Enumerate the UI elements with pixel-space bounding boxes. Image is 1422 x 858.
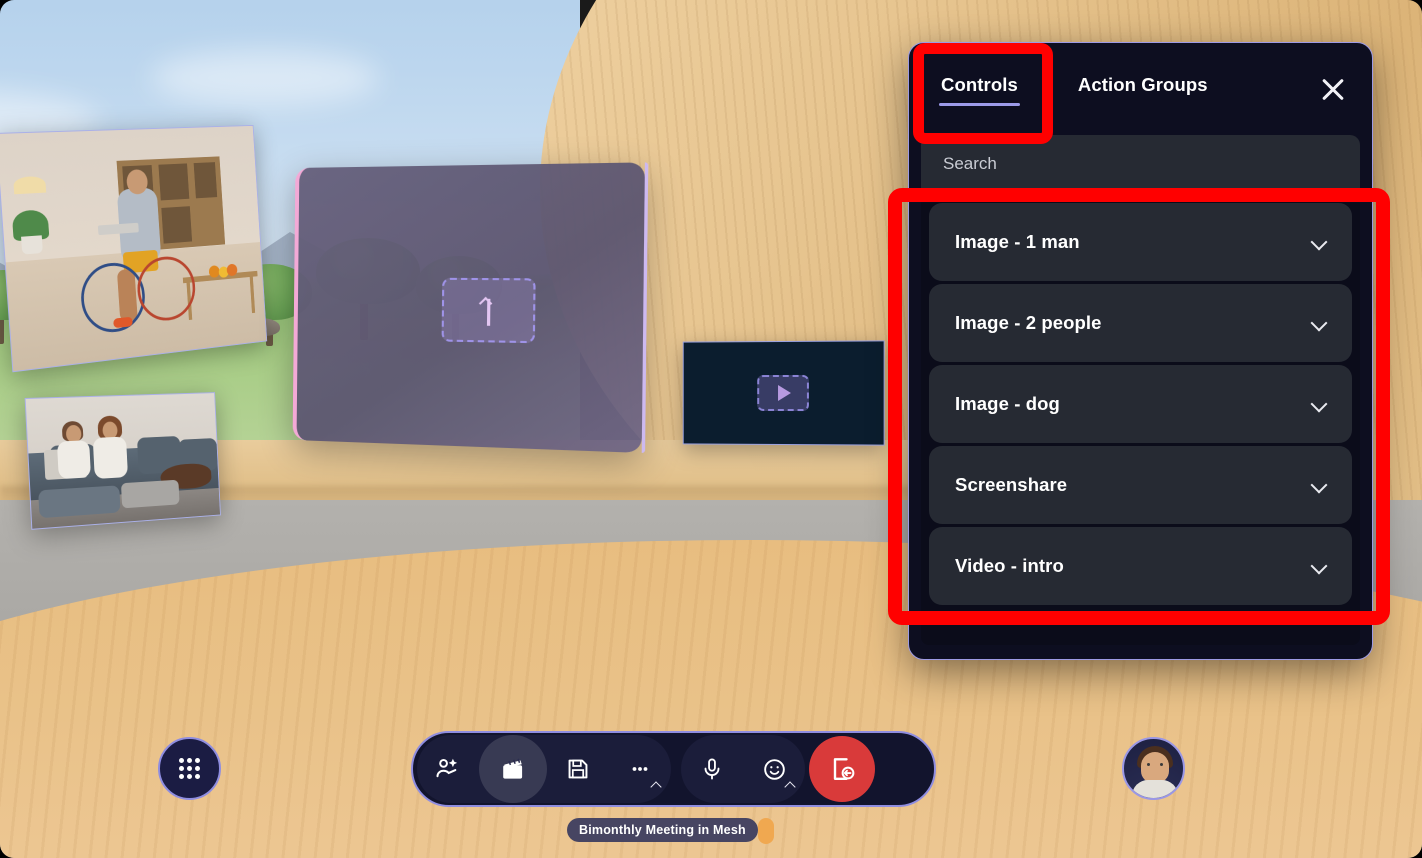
ellipsis-icon bbox=[632, 767, 648, 771]
close-icon[interactable] bbox=[1316, 72, 1350, 106]
leave-button[interactable] bbox=[809, 736, 875, 802]
toolbar-group-right bbox=[681, 735, 805, 803]
leave-door-icon bbox=[833, 758, 855, 780]
list-item[interactable]: Video - intro bbox=[929, 527, 1352, 605]
chevron-down-icon[interactable] bbox=[1310, 557, 1330, 575]
scene-board-upload[interactable] bbox=[292, 162, 645, 453]
meeting-name-label: Bimonthly Meeting in Mesh bbox=[579, 823, 746, 837]
microphone-icon bbox=[704, 758, 720, 780]
microphone-button[interactable] bbox=[681, 735, 743, 803]
scene-board-image-2-people[interactable] bbox=[24, 392, 221, 530]
list-item-label: Image - dog bbox=[955, 393, 1060, 414]
controls-panel: Controls Action Groups Search Image - 1 … bbox=[908, 42, 1373, 660]
list-item-label: Video - intro bbox=[955, 555, 1064, 576]
save-button[interactable] bbox=[547, 735, 609, 803]
search-placeholder: Search bbox=[943, 154, 997, 173]
video-drop-zone[interactable] bbox=[756, 374, 809, 412]
scene-board-video[interactable] bbox=[682, 340, 885, 446]
list-item[interactable]: Image - dog bbox=[929, 365, 1352, 443]
scene-clapperboard-button[interactable] bbox=[479, 735, 547, 803]
list-item-label: Screenshare bbox=[955, 474, 1068, 495]
tab-action-groups[interactable]: Action Groups bbox=[1076, 68, 1210, 110]
upload-drop-zone[interactable] bbox=[441, 277, 536, 344]
chevron-down-icon[interactable] bbox=[1310, 314, 1330, 332]
chevron-up-icon bbox=[784, 781, 796, 793]
avatar-customize-button[interactable] bbox=[417, 735, 479, 803]
chevron-down-icon[interactable] bbox=[1310, 476, 1330, 494]
panel-header: Controls Action Groups bbox=[909, 43, 1372, 135]
scene-board-image-1-man[interactable] bbox=[0, 124, 268, 373]
chevron-down-icon[interactable] bbox=[1310, 395, 1330, 413]
apps-grid-icon[interactable] bbox=[158, 737, 221, 800]
search-input[interactable]: Search bbox=[921, 135, 1360, 193]
upload-arrow-icon bbox=[478, 295, 497, 326]
list-item-label: Image - 2 people bbox=[955, 312, 1102, 333]
reactions-button[interactable] bbox=[743, 735, 805, 803]
mesh-immersive-space: Controls Action Groups Search Image - 1 … bbox=[0, 0, 1422, 858]
list-item[interactable]: Image - 1 man bbox=[929, 203, 1352, 281]
list-item-label: Image - 1 man bbox=[955, 231, 1080, 252]
toolbar-group-left bbox=[417, 735, 671, 803]
floppy-disk-icon bbox=[568, 759, 588, 779]
controls-list: Image - 1 man Image - 2 people Image - d… bbox=[921, 197, 1360, 645]
chevron-up-icon bbox=[650, 781, 662, 793]
clapperboard-icon bbox=[503, 758, 523, 779]
meeting-toolbar bbox=[411, 731, 936, 807]
list-item[interactable]: Image - 2 people bbox=[929, 284, 1352, 362]
meeting-name-chip: Bimonthly Meeting in Mesh bbox=[567, 818, 758, 842]
participant-indicator bbox=[758, 818, 774, 844]
smiley-icon bbox=[763, 758, 785, 780]
tab-controls[interactable]: Controls bbox=[939, 68, 1020, 110]
chevron-down-icon[interactable] bbox=[1310, 233, 1330, 251]
person-sparkle-icon bbox=[436, 758, 458, 778]
play-icon bbox=[777, 384, 791, 402]
avatar[interactable] bbox=[1122, 737, 1185, 800]
list-item[interactable]: Screenshare bbox=[929, 446, 1352, 524]
more-options-button[interactable] bbox=[609, 735, 671, 803]
